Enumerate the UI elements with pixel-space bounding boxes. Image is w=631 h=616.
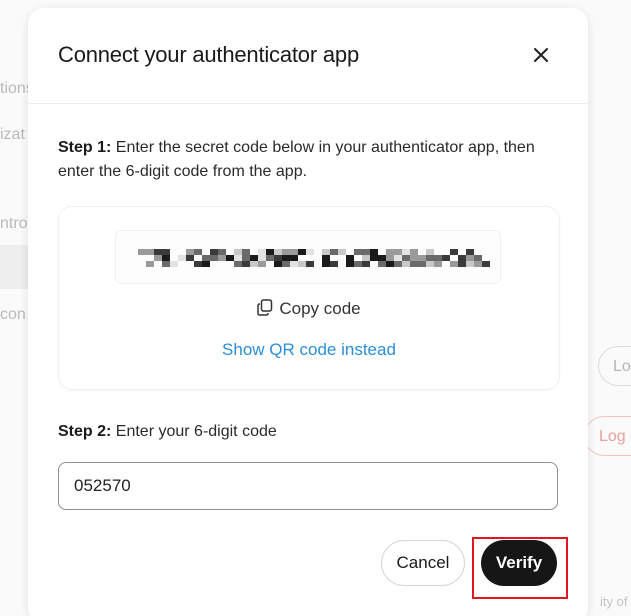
step2-label: Step 2:	[58, 423, 112, 440]
copy-code-button[interactable]: Copy code	[59, 299, 559, 319]
copy-code-label: Copy code	[279, 299, 361, 318]
bg-sidebar-fragment: izat	[0, 126, 25, 143]
secret-code-card: Copy code Show QR code instead	[58, 206, 560, 390]
authenticator-modal: Connect your authenticator app Step 1: E…	[28, 8, 588, 616]
verification-code-input[interactable]	[58, 462, 558, 510]
pixelated-code-image	[138, 249, 490, 267]
step1-text: Enter the secret code below in your auth…	[58, 139, 535, 180]
page: tions izat ntro con Lo Log o ity of Conn…	[0, 0, 631, 616]
modal-title: Connect your authenticator app	[58, 42, 359, 67]
close-icon	[534, 48, 548, 62]
bg-logout-all-button: Log o	[584, 416, 631, 456]
modal-header: Connect your authenticator app	[28, 8, 588, 104]
step2-text: Enter your 6-digit code	[111, 423, 277, 440]
bg-logout-button: Lo	[598, 346, 631, 386]
close-button[interactable]	[530, 44, 552, 66]
bg-sidebar-fragment: con	[0, 306, 26, 323]
verify-button[interactable]: Verify	[481, 540, 557, 586]
bg-sidebar-fragment: ntro	[0, 215, 28, 232]
step1-label: Step 1:	[58, 139, 112, 156]
step2-instructions: Step 2: Enter your 6-digit code	[58, 420, 277, 444]
show-qr-code-link[interactable]: Show QR code instead	[59, 340, 559, 360]
bg-footer-fragment: ity of	[600, 594, 628, 609]
copy-icon	[257, 299, 273, 316]
cancel-button[interactable]: Cancel	[381, 540, 465, 586]
secret-code-redacted	[115, 230, 501, 284]
step1-instructions: Step 1: Enter the secret code below in y…	[58, 136, 558, 184]
